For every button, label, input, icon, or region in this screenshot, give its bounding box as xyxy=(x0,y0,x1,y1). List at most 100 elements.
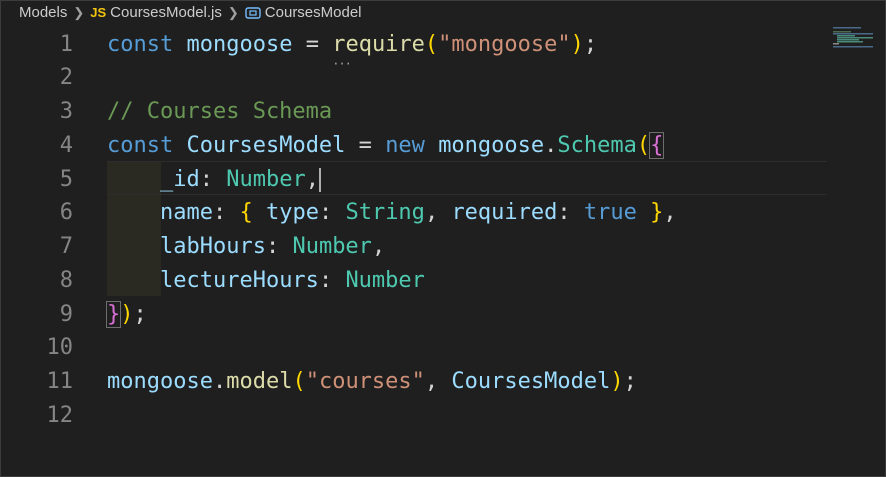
code-line[interactable]: 6 name: { type: String, required: true }… xyxy=(0,196,886,230)
chevron-right-icon: ❯ xyxy=(73,4,85,20)
breadcrumb-symbol-label: CoursesModel xyxy=(264,4,362,21)
code-token: mongoose xyxy=(107,369,213,394)
code-text: mongoose.model("courses", CoursesModel); xyxy=(107,369,637,394)
code-token: const xyxy=(107,132,174,158)
code-token: required xyxy=(451,200,558,226)
line-number: 7 xyxy=(59,234,73,259)
code-text: labHours: Number, xyxy=(107,234,385,259)
code-token: CoursesModel xyxy=(451,369,611,394)
code-token: ) xyxy=(570,31,584,57)
code-token: mongoose xyxy=(438,132,545,158)
variable-symbol-icon xyxy=(245,7,261,19)
code-line[interactable]: 7 labHours: Number, xyxy=(0,230,886,264)
code-token: name xyxy=(159,200,213,226)
javascript-file-icon: JS xyxy=(90,5,107,20)
code-token: Number xyxy=(292,234,372,259)
code-token: Number xyxy=(226,166,306,192)
code-token: ) xyxy=(120,301,134,327)
code-line[interactable]: 4 const CoursesModel = new mongoose.Schem… xyxy=(0,128,886,162)
code-token: : xyxy=(199,166,227,192)
code-token: lectureHours xyxy=(159,267,319,293)
code-token: true xyxy=(583,200,637,226)
line-number: 9 xyxy=(59,301,73,327)
code-token: ( xyxy=(292,369,306,394)
code-token: , xyxy=(371,234,386,259)
code-line[interactable]: 10 xyxy=(0,331,886,365)
line-number: 2 xyxy=(59,65,73,91)
code-line[interactable]: 2 xyxy=(0,61,886,95)
line-number: 11 xyxy=(46,369,74,394)
code-line[interactable]: 11 mongoose.model("courses", CoursesModel… xyxy=(0,365,886,399)
code-text: const mongoose = require("mongoose"); xyxy=(107,32,597,57)
line-number: 12 xyxy=(46,402,74,428)
code-token: labHours xyxy=(159,234,266,259)
code-line[interactable]: 5 _id: Number, xyxy=(0,162,886,196)
code-editor[interactable]: 1const mongoose = require("mongoose");23… xyxy=(0,26,886,477)
code-text: // Courses Schema xyxy=(107,99,332,124)
code-token: CoursesModel xyxy=(186,132,346,158)
code-token: _id xyxy=(159,166,200,192)
line-number: 5 xyxy=(59,166,73,192)
code-token: } xyxy=(105,300,122,328)
code-line[interactable]: 1 const mongoose = require("mongoose"); xyxy=(0,27,886,61)
code-token: ; xyxy=(133,301,147,327)
code-token: : xyxy=(212,200,240,226)
code-token: "mongoose" xyxy=(438,31,571,57)
line-number: 6 xyxy=(59,200,73,226)
code-text: }); xyxy=(105,300,147,328)
code-line[interactable]: 12 xyxy=(0,398,886,432)
breadcrumb: Models ❯ JS CoursesModel.js ❯ CoursesMode… xyxy=(0,0,886,25)
code-token: "courses" xyxy=(305,369,425,394)
line-number: 1 xyxy=(59,31,73,57)
line-number: 8 xyxy=(59,267,73,293)
code-token: : xyxy=(318,200,346,226)
breadcrumb-symbol[interactable]: CoursesModel xyxy=(245,4,362,21)
code-token: { xyxy=(649,131,665,159)
code-token: Number xyxy=(345,267,425,293)
text-cursor xyxy=(318,167,321,192)
breadcrumb-file-label: CoursesModel.js xyxy=(110,4,222,21)
code-token: require xyxy=(332,32,425,57)
code-token: = xyxy=(292,31,333,57)
code-token: , xyxy=(424,369,452,394)
code-token: // Courses Schema xyxy=(107,99,333,124)
code-token: : xyxy=(557,200,584,226)
code-text: name: { type: String, required: true }, xyxy=(107,200,677,225)
breadcrumb-folder[interactable]: Models xyxy=(19,4,67,21)
code-token: , xyxy=(305,166,319,192)
code-token: . xyxy=(544,132,558,158)
code-token: : xyxy=(318,267,346,293)
code-token: const xyxy=(107,31,174,57)
code-token: , xyxy=(424,200,452,226)
code-token: : xyxy=(265,234,293,259)
code-token: . xyxy=(212,369,227,394)
code-token: ) xyxy=(610,369,624,394)
code-token: ( xyxy=(424,31,439,57)
code-token: Schema xyxy=(557,132,637,158)
code-token: = xyxy=(345,132,386,158)
code-token: } xyxy=(650,200,664,226)
code-token: , xyxy=(663,200,677,226)
code-token: { xyxy=(239,200,253,226)
code-token: String xyxy=(345,200,425,226)
code-text: _id: Number, xyxy=(107,167,321,192)
code-text: lectureHours: Number xyxy=(107,268,425,293)
code-token: ; xyxy=(623,369,637,394)
code-token: ; xyxy=(583,31,598,57)
code-line[interactable]: 8 lectureHours: Number xyxy=(0,263,886,297)
code-line[interactable]: 3 // Courses Schema xyxy=(0,95,886,129)
code-token: model xyxy=(226,369,293,394)
code-line[interactable]: 9}); xyxy=(0,297,886,331)
code-text: const CoursesModel = new mongoose.Schema… xyxy=(107,131,665,159)
code-token: type xyxy=(265,200,319,226)
code-token: new xyxy=(385,132,425,158)
breadcrumb-file[interactable]: JS CoursesModel.js xyxy=(90,4,222,21)
